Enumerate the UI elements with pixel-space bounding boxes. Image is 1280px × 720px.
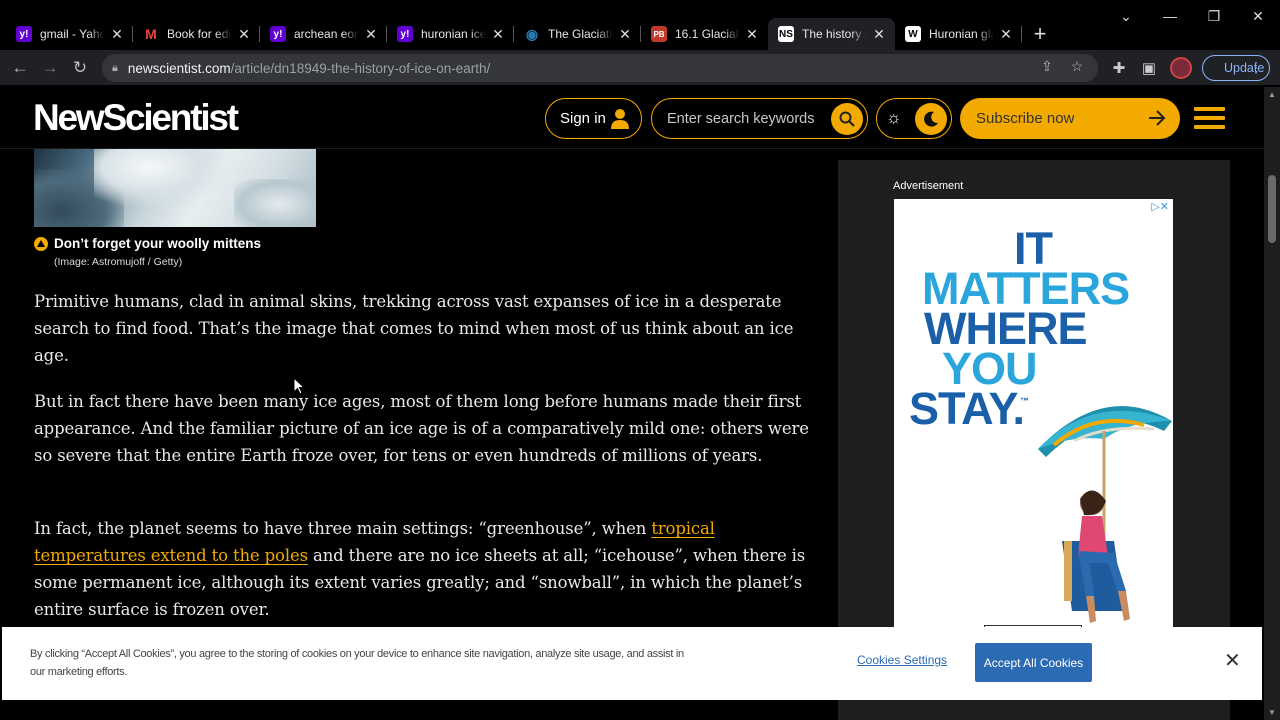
- image-credit: (Image: Astromujoff / Getty): [54, 256, 183, 268]
- tab-title: The history of ice on Earth: [802, 27, 867, 41]
- forward-icon[interactable]: →: [38, 56, 62, 80]
- tab-title: Huronian glaciation - Wikipedia: [929, 27, 994, 41]
- update-button[interactable]: Update ⋮: [1202, 55, 1270, 81]
- page-viewport: NewScientist Sign in ☼: [0, 87, 1264, 720]
- adchoices-icon[interactable]: ▷✕: [1151, 200, 1169, 213]
- ad-trademark: ™: [1020, 396, 1029, 406]
- tab-close-icon[interactable]: ✕: [617, 26, 633, 43]
- user-icon: [611, 109, 629, 129]
- close-window-icon[interactable]: ✕: [1236, 0, 1280, 32]
- image-caption: Don’t forget your woolly mittens: [34, 236, 261, 251]
- tab-list: y! gmail - Yahoo Search Results ✕ M Book for…: [6, 18, 1054, 50]
- moon-button[interactable]: [915, 103, 947, 135]
- share-icon[interactable]: ⇪: [1032, 58, 1062, 75]
- subscribe-label: Subscribe now: [976, 110, 1075, 127]
- browser-tab[interactable]: NS The history of ice on Earth ✕: [768, 18, 895, 50]
- scroll-up-icon[interactable]: ▲: [1264, 90, 1280, 99]
- browser-tab[interactable]: y! huronian ice age - Yahoo ✕: [387, 18, 514, 50]
- camera-caption-icon: [34, 236, 48, 251]
- tab-close-icon[interactable]: ✕: [871, 26, 887, 43]
- tab-close-icon[interactable]: ✕: [109, 26, 125, 43]
- scrollbar-thumb[interactable]: [1268, 175, 1276, 243]
- scroll-down-icon[interactable]: ▼: [1264, 708, 1280, 717]
- search-box: [651, 98, 868, 139]
- tab-close-icon[interactable]: ✕: [236, 26, 252, 43]
- tab-favicon-icon: ◉: [525, 25, 539, 42]
- address-bar[interactable]: 🔒︎ newscientist.com/article/dn18949-the-…: [102, 54, 1098, 82]
- tab-title: The Glaciation of Earth: [548, 27, 613, 41]
- article-paragraph-3: In fact, the planet seems to have three …: [34, 515, 814, 623]
- tab-favicon-icon: W: [905, 26, 921, 42]
- search-icon: [839, 111, 855, 127]
- browser-tab[interactable]: PB 16.1 Glacial Periods ✕: [641, 18, 768, 50]
- arrow-right-icon: [1149, 110, 1166, 126]
- sign-in-label: Sign in: [560, 110, 606, 127]
- paragraph-3-start: In fact, the planet seems to have three …: [34, 519, 652, 538]
- moon-icon: [924, 111, 938, 127]
- tab-close-icon[interactable]: ✕: [490, 26, 506, 43]
- site-header: NewScientist Sign in ☼: [0, 87, 1264, 149]
- lock-icon: 🔒︎: [112, 61, 118, 74]
- side-panel-icon[interactable]: ▣: [1137, 56, 1161, 80]
- tab-title: gmail - Yahoo Search Results: [40, 27, 105, 41]
- article-paragraph-2: But in fact there have been many ice age…: [34, 392, 809, 465]
- browser-tab[interactable]: y! gmail - Yahoo Search Results ✕: [6, 18, 133, 50]
- new-tab-icon[interactable]: +: [1026, 20, 1054, 48]
- browser-tab-strip: y! gmail - Yahoo Search Results ✕ M Book for…: [0, 0, 1280, 50]
- window-controls: ⌄ — ❐ ✕: [1104, 0, 1280, 32]
- minimize-icon[interactable]: —: [1148, 0, 1192, 32]
- browser-tab[interactable]: y! archean eon - Yahoo Search ✕: [260, 18, 387, 50]
- url-domain: newscientist.com: [127, 60, 231, 76]
- browser-tab[interactable]: ◉ The Glaciation of Earth ✕: [514, 18, 641, 50]
- subscribe-button[interactable]: Subscribe now: [960, 98, 1180, 139]
- close-icon[interactable]: ✕: [1224, 651, 1241, 671]
- tab-favicon-icon: y!: [270, 26, 286, 42]
- page-scrollbar[interactable]: ▲ ▼: [1264, 87, 1280, 720]
- url-path: /article/dn18949-the-history-of-ice-on-e…: [230, 60, 491, 76]
- cookies-settings-link[interactable]: Cookies Settings: [857, 653, 947, 667]
- cookie-banner: By clicking “Accept All Cookies”, you ag…: [2, 627, 1262, 700]
- search-input[interactable]: [667, 110, 827, 127]
- ad-creative[interactable]: ▷✕ IT MATTERS WHERE YOU STAY. ™: [894, 199, 1173, 629]
- site-logo[interactable]: NewScientist: [33, 97, 239, 139]
- bookmark-star-icon[interactable]: ☆: [1062, 58, 1092, 75]
- caption-text: Don’t forget your woolly mittens: [54, 236, 262, 251]
- hamburger-menu-icon[interactable]: [1194, 107, 1225, 134]
- tab-close-icon[interactable]: ✕: [744, 26, 760, 43]
- profile-avatar[interactable]: [1170, 57, 1192, 79]
- tab-search-icon[interactable]: ⌄: [1104, 0, 1148, 32]
- accept-all-cookies-button[interactable]: Accept All Cookies: [975, 643, 1092, 682]
- browser-toolbar: ← → ↻ 🔒︎ newscientist.com/article/dn1894…: [0, 50, 1280, 86]
- tab-favicon-icon: PB: [651, 26, 667, 42]
- beach-woman-illustration: [1038, 406, 1172, 623]
- tab-favicon-icon: NS: [778, 26, 794, 42]
- tab-title: huronian ice age - Yahoo: [421, 27, 486, 41]
- browser-tab[interactable]: M Book for editing - Google Docs ✕: [133, 18, 260, 50]
- mouse-cursor-icon: [293, 377, 305, 395]
- restore-icon[interactable]: ❐: [1192, 0, 1236, 32]
- tab-favicon-icon: y!: [16, 26, 32, 42]
- reload-icon[interactable]: ↻: [68, 56, 92, 80]
- more-menu-icon[interactable]: ⋮: [1249, 59, 1263, 76]
- article-image: [34, 149, 316, 227]
- tab-title: archean eon - Yahoo Search: [294, 27, 359, 41]
- search-button[interactable]: [831, 103, 863, 135]
- tab-favicon-icon: y!: [397, 26, 413, 42]
- tab-close-icon[interactable]: ✕: [998, 26, 1014, 43]
- tab-title: Book for editing - Google Docs: [167, 27, 232, 41]
- sun-icon[interactable]: ☼: [886, 108, 902, 128]
- browser-tab[interactable]: W Huronian glaciation - Wikipedia ✕: [895, 18, 1022, 50]
- article-paragraph-1: Primitive humans, clad in animal skins, …: [34, 292, 794, 365]
- back-icon[interactable]: ←: [8, 56, 32, 80]
- extensions-icon[interactable]: ✚: [1107, 56, 1131, 80]
- tab-title: 16.1 Glacial Periods: [675, 27, 740, 41]
- advertisement-label: Advertisement: [893, 180, 964, 192]
- sign-in-button[interactable]: Sign in: [545, 98, 642, 139]
- tab-close-icon[interactable]: ✕: [363, 26, 379, 43]
- tab-favicon-icon: M: [145, 26, 157, 42]
- cookie-notice-text: By clicking “Accept All Cookies”, you ag…: [30, 648, 684, 678]
- theme-toggle[interactable]: ☼: [876, 98, 952, 139]
